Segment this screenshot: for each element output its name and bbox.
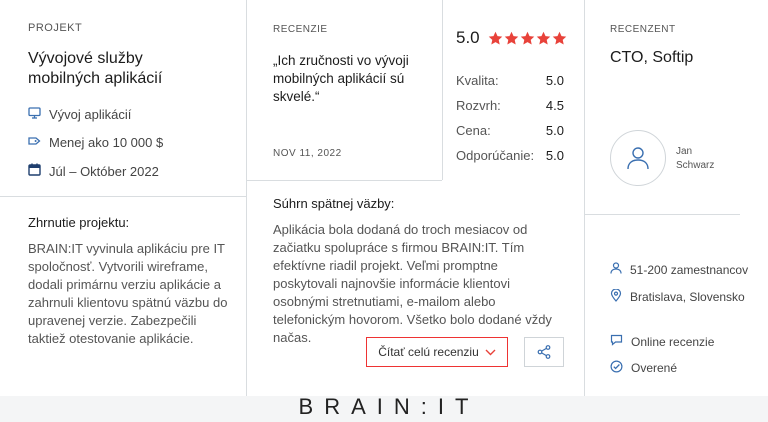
project-section-label: PROJEKT: [28, 22, 83, 34]
location-pin-icon: [610, 288, 622, 305]
project-title: Vývojové služby mobilných aplikácií: [28, 50, 163, 87]
verified-status: Overené: [610, 360, 677, 376]
brand-logo: BRAIN:IT: [298, 394, 480, 419]
feedback-summary-text: Aplikácia bola dodaná do troch mesiacov …: [273, 222, 552, 345]
chat-bubble-icon: [610, 334, 623, 349]
overall-rating-value: 5.0: [456, 28, 480, 47]
verified-status-text: Overené: [631, 361, 678, 375]
rating-label: Cena:: [456, 123, 491, 138]
share-icon: [537, 345, 551, 359]
review-card: PROJEKT Vývojové služby mobilných apliká…: [0, 0, 768, 396]
avatar: [610, 130, 666, 186]
reviewer-role: CTO, Softip: [610, 49, 694, 66]
project-dates-text: Júl – Október 2022: [49, 163, 159, 179]
chevron-down-icon: [485, 349, 496, 356]
reviewer-company-size: 51-200 zamestnancov: [610, 262, 748, 277]
star-icon: [536, 31, 550, 44]
project-category: Vývoj aplikácií: [28, 107, 131, 122]
reviewer-section-label: RECENZENT: [610, 24, 676, 35]
star-icon: [520, 31, 534, 44]
project-dates: Júl – Október 2022: [28, 163, 159, 179]
project-category-text: Vývoj aplikácií: [49, 107, 132, 122]
read-full-review-label: Čítať celú recenziu: [378, 345, 479, 359]
reviewer-location: Bratislava, Slovensko: [610, 288, 745, 305]
person-icon: [610, 262, 622, 277]
review-quote: „Ich zručnosti vo vývoji mobilných aplik…: [273, 53, 409, 104]
rating-schedule: Rozvrh: 4.5: [456, 98, 564, 113]
monitor-icon: [28, 107, 41, 122]
price-tag-icon: [28, 135, 41, 150]
reviewer-company-size-text: 51-200 zamestnancov: [630, 262, 749, 277]
divider: [0, 196, 246, 197]
review-section-label: RECENZIE: [273, 24, 328, 35]
project-summary-text: BRAIN:IT vyvinula aplikáciu pre IT spolo…: [28, 241, 228, 346]
divider: [246, 0, 247, 396]
star-icon: [504, 31, 518, 44]
share-button[interactable]: [524, 337, 564, 367]
user-icon: [624, 144, 652, 172]
reviewer-name: Jan Schwarz: [676, 146, 715, 171]
check-circle-icon: [610, 360, 623, 376]
project-summary-title: Zhrnutie projektu:: [28, 215, 130, 230]
rating-label: Odporúčanie:: [456, 148, 535, 163]
read-full-review-button[interactable]: Čítať celú recenziu: [366, 337, 508, 367]
star-rating: [488, 31, 567, 46]
rating-cost: Cena: 5.0: [456, 123, 564, 138]
rating-label: Rozvrh:: [456, 98, 501, 113]
review-date: NOV 11, 2022: [273, 148, 342, 159]
reviewer-location-text: Bratislava, Slovensko: [630, 290, 745, 304]
project-budget-text: Menej ako 10 000 $: [49, 135, 164, 150]
divider: [584, 0, 585, 210]
divider: [585, 214, 740, 215]
calendar-icon: [28, 163, 41, 179]
star-icon: [488, 31, 502, 44]
rating-recommendation: Odporúčanie: 5.0: [456, 148, 564, 163]
rating-value: 5.0: [545, 148, 564, 163]
review-source-text: Online recenzie: [631, 334, 715, 349]
divider: [584, 210, 585, 396]
review-source: Online recenzie: [610, 334, 714, 349]
divider: [246, 180, 442, 181]
feedback-summary-title: Súhrn spätnej väzby:: [273, 196, 395, 211]
rating-label: Kvalita:: [456, 73, 499, 88]
rating-value: 5.0: [545, 123, 564, 138]
overall-rating: 5.0: [456, 28, 567, 48]
rating-value: 4.5: [545, 98, 564, 113]
rating-quality: Kvalita: 5.0: [456, 73, 564, 88]
rating-value: 5.0: [545, 73, 564, 88]
divider: [442, 0, 443, 180]
project-budget: Menej ako 10 000 $: [28, 135, 163, 150]
star-icon: [552, 31, 566, 44]
